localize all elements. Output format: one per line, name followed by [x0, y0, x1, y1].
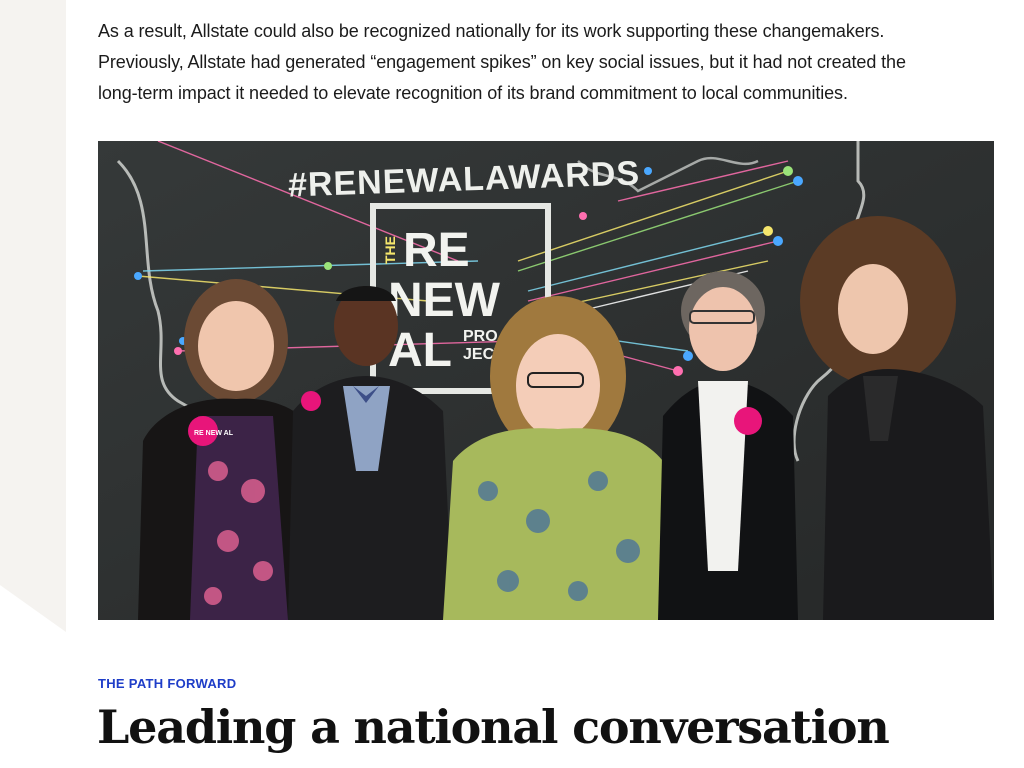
svg-text:NEW: NEW	[388, 274, 501, 327]
intro-line-1: As a result, Allstate could also be reco…	[98, 21, 885, 41]
left-band-corner	[0, 585, 66, 768]
group-photo-illustration: #RENEWALAWARDS THE RE NEW AL PRO JECT RE…	[98, 141, 994, 620]
svg-text:RE: RE	[403, 224, 470, 277]
intro-paragraph: As a result, Allstate could also be reco…	[98, 0, 994, 109]
intro-line-3: long-term impact it needed to elevate re…	[98, 83, 848, 103]
section-eyebrow: THE PATH FORWARD	[98, 676, 237, 691]
section-heading: Leading a national conversation	[97, 700, 890, 754]
intro-line-2: Previously, Allstate had generated “enga…	[98, 52, 906, 72]
svg-text:PRO: PRO	[463, 328, 498, 345]
article-photo: #RENEWALAWARDS THE RE NEW AL PRO JECT RE…	[98, 141, 994, 620]
svg-text:THE: THE	[382, 236, 398, 264]
svg-text:RE NEW AL: RE NEW AL	[194, 430, 234, 437]
article-body: As a result, Allstate could also be reco…	[98, 0, 994, 109]
